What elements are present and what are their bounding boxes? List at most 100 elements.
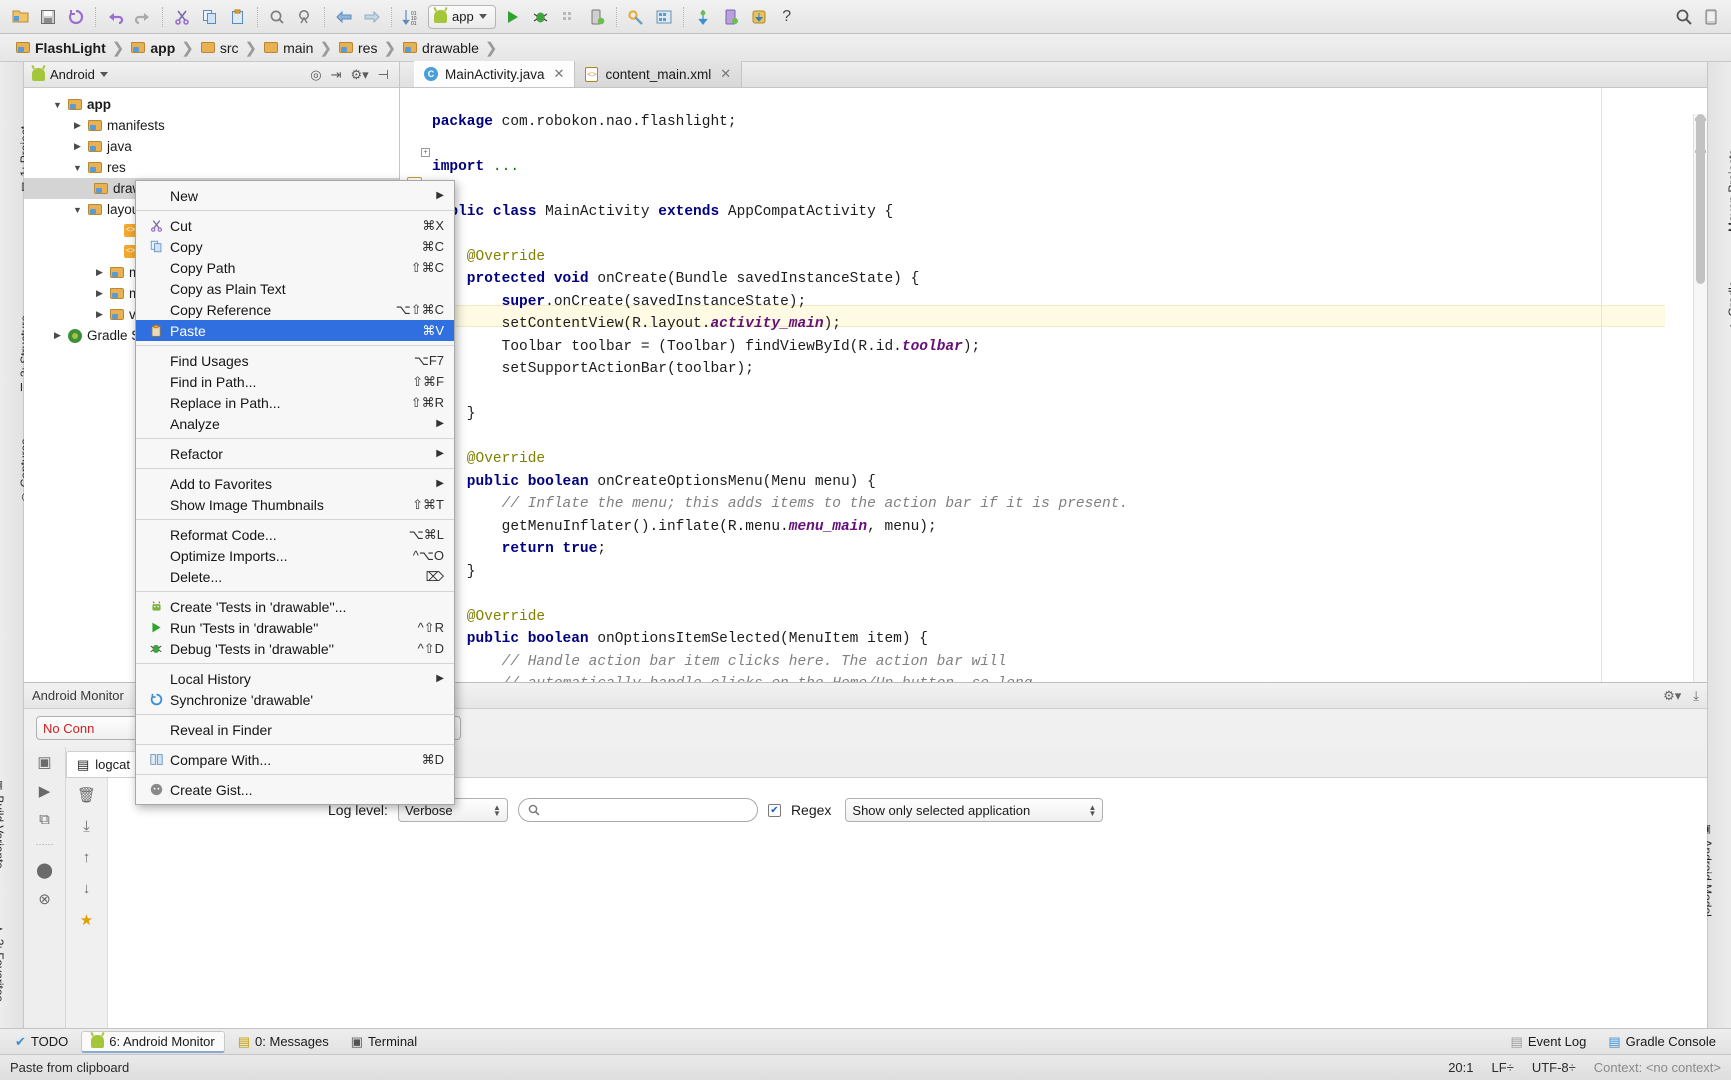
sidebar-item-build-variants[interactable]: ▣ Build Variants (0, 780, 6, 869)
menu-item-add-to-favorites[interactable]: Add to Favorites▶ (136, 473, 454, 494)
tool-button-event-log[interactable]: ▤ Event Log (1502, 1032, 1596, 1052)
screenshot-icon[interactable]: ▣ (37, 753, 51, 771)
back-icon[interactable] (330, 3, 358, 31)
save-all-icon[interactable] (34, 3, 62, 31)
layout-inspector-icon[interactable] (1697, 3, 1725, 31)
drag-handle[interactable]: ⋯⋯ (36, 839, 54, 850)
layout-inspector-icon[interactable]: ⧉ (39, 811, 50, 828)
scroll-down-icon[interactable]: ↓ (83, 880, 91, 897)
menu-item-debug-tests-in-drawable[interactable]: Debug 'Tests in 'drawable''^⇧D (136, 638, 454, 659)
menu-item-copy-path[interactable]: Copy Path⇧⌘C (136, 257, 454, 278)
menu-item-find-in-path[interactable]: Find in Path...⇧⌘F (136, 371, 454, 392)
tool-button-terminal[interactable]: ▣ Terminal (342, 1032, 426, 1052)
breadcrumb-item[interactable]: main (264, 40, 319, 56)
regex-checkbox[interactable]: ✔ (768, 804, 781, 817)
menu-item-reveal-in-finder[interactable]: Reveal in Finder (136, 719, 454, 740)
avd-manager-icon[interactable] (650, 3, 678, 31)
breadcrumb-item[interactable]: drawable (403, 40, 485, 56)
logcat-search-input[interactable] (518, 798, 758, 822)
chevron-down-icon[interactable]: ▼ (72, 163, 83, 173)
device-monitor-icon[interactable] (717, 3, 745, 31)
context-menu[interactable]: New▶Cut⌘XCopy⌘CCopy Path⇧⌘CCopy as Plain… (135, 180, 455, 805)
menu-item-find-usages[interactable]: Find Usages⌥F7 (136, 350, 454, 371)
help-icon[interactable]: ? (773, 3, 801, 31)
tree-node-java[interactable]: ▶ java (24, 136, 399, 157)
chevron-right-icon[interactable]: ▶ (94, 309, 105, 320)
file-encoding[interactable]: UTF-8÷ (1532, 1060, 1576, 1075)
menu-item-compare-with[interactable]: Compare With...⌘D (136, 749, 454, 770)
menu-item-new[interactable]: New▶ (136, 185, 454, 206)
device-manager-icon[interactable] (583, 3, 611, 31)
menu-item-replace-in-path[interactable]: Replace in Path...⇧⌘R (136, 392, 454, 413)
tool-button-todo[interactable]: ✔ TODO (6, 1032, 77, 1052)
tree-node-res[interactable]: ▼ res (24, 157, 399, 178)
menu-item-run-tests-in-drawable[interactable]: Run 'Tests in 'drawable''^⇧R (136, 617, 454, 638)
close-icon[interactable]: ✕ (720, 66, 731, 82)
screen-record-icon[interactable]: ▶ (39, 782, 51, 800)
hide-icon[interactable]: ⊣ (378, 67, 389, 83)
menu-item-show-image-thumbnails[interactable]: Show Image Thumbnails⇧⌘T (136, 494, 454, 515)
gear-icon[interactable]: ⚙▾ (350, 67, 368, 83)
terminate-icon[interactable]: ⊗ (38, 890, 51, 908)
application-filter-selector[interactable]: Show only selected application ▲▼ (845, 798, 1103, 822)
sidebar-item-maven[interactable]: Maven Projects (1726, 149, 1731, 232)
menu-item-optimize-imports[interactable]: Optimize Imports...^⌥O (136, 545, 454, 566)
breadcrumb-item[interactable]: src (201, 40, 245, 56)
sidebar-item-gradle[interactable]: ◈ Gradle (1726, 281, 1731, 331)
system-info-icon[interactable]: ⬤ (36, 861, 53, 879)
sync-gradle-icon[interactable] (689, 3, 717, 31)
star-icon[interactable]: ★ (80, 911, 93, 929)
tree-node-manifests[interactable]: ▶ manifests (24, 115, 399, 136)
undo-icon[interactable] (101, 3, 129, 31)
breadcrumb-item[interactable]: FlashLight (16, 40, 112, 56)
breadcrumb-item[interactable]: app (131, 40, 181, 56)
menu-item-reformat-code[interactable]: Reformat Code...⌥⌘L (136, 524, 454, 545)
source-code[interactable]: package com.robokon.nao.flashlight; impo… (432, 111, 1665, 668)
forward-icon[interactable] (358, 3, 386, 31)
chevron-right-icon[interactable]: ▶ (72, 141, 83, 152)
scroll-up-icon[interactable]: ↑ (83, 849, 91, 866)
run-configuration-selector[interactable]: app (428, 5, 496, 29)
chevron-down-icon[interactable]: ▼ (72, 205, 83, 215)
close-icon[interactable]: ✕ (554, 66, 565, 82)
line-separator[interactable]: LF÷ (1492, 1060, 1514, 1075)
run-button[interactable] (499, 3, 527, 31)
copy-icon[interactable] (196, 3, 224, 31)
redo-icon[interactable] (129, 3, 157, 31)
chevron-right-icon[interactable]: ▶ (72, 120, 83, 131)
tab-mainactivity-java[interactable]: C MainActivity.java ✕ (414, 61, 575, 87)
breadcrumb-item[interactable]: res (339, 40, 383, 56)
cut-icon[interactable] (168, 3, 196, 31)
project-view-selector[interactable]: Android (30, 66, 114, 83)
menu-item-create-tests-in-drawable[interactable]: Create 'Tests in 'drawable''... (136, 596, 454, 617)
search-everywhere-icon[interactable] (1669, 3, 1697, 31)
gear-icon[interactable]: ⚙▾ (1663, 688, 1681, 704)
trash-icon[interactable]: 🗑 (77, 786, 96, 804)
chevron-right-icon[interactable]: ▶ (94, 288, 105, 299)
sdk-manager-icon[interactable] (622, 3, 650, 31)
sidebar-item-favorites[interactable]: ★ 2: Favorites (0, 924, 6, 1002)
tool-button-gradle-console[interactable]: ▤ Gradle Console (1599, 1032, 1725, 1052)
collapse-all-icon[interactable]: ⇥ (331, 67, 342, 83)
menu-item-paste[interactable]: Paste⌘V (136, 320, 454, 341)
tree-node-app[interactable]: ▼ app (24, 94, 399, 115)
android-download-icon[interactable] (745, 3, 773, 31)
search-structurally-icon[interactable] (291, 3, 319, 31)
tab-content-main-xml[interactable]: <> content_main.xml ✕ (575, 61, 742, 87)
debug-button[interactable] (527, 3, 555, 31)
target-icon[interactable]: ◎ (310, 67, 321, 83)
logcat-output[interactable]: Log level: Verbose ▲▼ ✔ Regex (108, 778, 1707, 1028)
menu-item-create-gist[interactable]: Create Gist... (136, 779, 454, 800)
minimize-icon[interactable]: ⤓ (1693, 688, 1699, 704)
tool-button-messages[interactable]: ▤ 0: Messages (229, 1032, 338, 1052)
editor-scrollbar[interactable] (1693, 114, 1707, 682)
menu-item-cut[interactable]: Cut⌘X (136, 215, 454, 236)
tab-logcat[interactable]: ▤ logcat (66, 751, 141, 777)
menu-item-delete[interactable]: Delete...⌦ (136, 566, 454, 587)
menu-item-local-history[interactable]: Local History▶ (136, 668, 454, 689)
search-icon[interactable] (263, 3, 291, 31)
chevron-down-icon[interactable]: ▼ (52, 100, 63, 110)
chevron-right-icon[interactable]: ▶ (94, 267, 105, 278)
menu-item-analyze[interactable]: Analyze▶ (136, 413, 454, 434)
menu-item-copy[interactable]: Copy⌘C (136, 236, 454, 257)
